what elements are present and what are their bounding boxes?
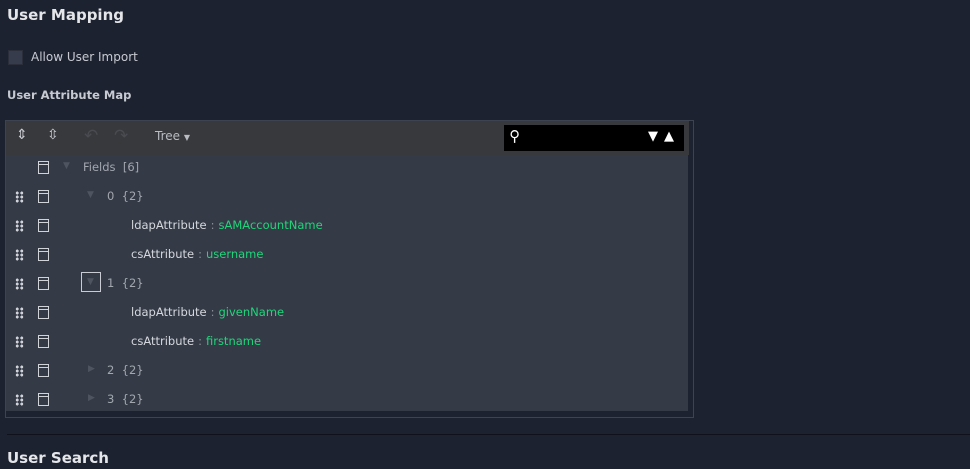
context-menu-icon[interactable] — [38, 248, 49, 261]
context-menu-icon[interactable] — [38, 364, 49, 377]
field-key: csAttribute: firstname — [131, 334, 262, 348]
redo-icon[interactable]: ↷ — [114, 126, 128, 146]
drag-handle-icon[interactable] — [15, 278, 24, 290]
tree-row[interactable]: ▶ 3 {2} — [6, 385, 688, 414]
node-key: 0 {2} — [107, 189, 144, 203]
drag-handle-icon[interactable] — [15, 191, 24, 203]
field-value[interactable]: username — [206, 247, 264, 261]
drag-handle-icon[interactable] — [15, 336, 24, 348]
search-next-icon[interactable]: ▼ — [648, 129, 658, 144]
collapsed-arrow-icon[interactable]: ▶ — [88, 364, 95, 374]
context-menu-icon[interactable] — [38, 190, 49, 203]
mode-label: Tree — [155, 129, 181, 143]
expand-all-icon[interactable]: ⇕ — [16, 127, 28, 143]
field-key: csAttribute: username — [131, 247, 264, 261]
tree-row[interactable]: csAttribute: username — [6, 240, 688, 269]
next-section-title: User Search — [7, 449, 109, 467]
tree-row[interactable]: ▼ 1 {2} — [6, 269, 688, 298]
drag-handle-icon[interactable] — [15, 307, 24, 319]
tree-row[interactable]: ldapAttribute: sAMAccountName — [6, 211, 688, 240]
field-key: ldapAttribute: sAMAccountName — [131, 218, 323, 232]
drag-handle-icon[interactable] — [15, 249, 24, 261]
field-value[interactable]: sAMAccountName — [219, 218, 323, 232]
context-menu-icon[interactable] — [38, 393, 49, 406]
context-menu-icon[interactable] — [38, 219, 49, 232]
attribute-map-label: User Attribute Map — [7, 88, 132, 102]
drag-handle-icon[interactable] — [15, 394, 24, 406]
search-icon: ⚲ — [509, 127, 520, 145]
search-previous-icon[interactable]: ▲ — [664, 129, 674, 144]
expand-arrow-icon[interactable]: ▼ — [87, 277, 94, 287]
node-key: 3 {2} — [107, 392, 144, 406]
field-value[interactable]: firstname — [206, 334, 261, 348]
undo-icon[interactable]: ↶ — [84, 126, 98, 146]
context-menu-icon[interactable] — [38, 277, 49, 290]
context-menu-icon[interactable] — [38, 335, 49, 348]
section-title: User Mapping — [7, 6, 124, 24]
field-value[interactable]: givenName — [219, 305, 285, 319]
section-divider — [7, 434, 970, 435]
caret-down-icon: ▼ — [183, 133, 190, 142]
tree-row[interactable]: ldapAttribute: givenName — [6, 298, 688, 327]
context-menu-icon[interactable] — [38, 161, 49, 174]
expand-arrow-icon[interactable]: ▼ — [87, 190, 94, 200]
context-menu-icon[interactable] — [38, 306, 49, 319]
mode-dropdown[interactable]: Tree ▼ — [155, 129, 190, 143]
node-key: 2 {2} — [107, 363, 144, 377]
field-key: ldapAttribute: givenName — [131, 305, 285, 319]
collapse-all-icon[interactable]: ⇳ — [47, 127, 59, 143]
tree-row[interactable]: csAttribute: firstname — [6, 327, 688, 356]
tree-row[interactable]: ▼ 0 {2} — [6, 182, 688, 211]
drag-handle-icon[interactable] — [15, 220, 24, 232]
tree-row[interactable]: ▶ 2 {2} — [6, 356, 688, 385]
search-input[interactable] — [530, 129, 644, 146]
node-key: Fields [6] — [83, 160, 140, 174]
allow-user-import-checkbox[interactable] — [8, 50, 23, 65]
drag-handle-icon[interactable] — [15, 365, 24, 377]
allow-user-import-label[interactable]: Allow User Import — [31, 50, 138, 64]
node-key: 1 {2} — [107, 276, 144, 290]
search-box[interactable]: ⚲ ▼ ▲ — [504, 125, 684, 151]
expand-arrow-icon[interactable]: ▼ — [63, 161, 70, 171]
tree-row-root[interactable]: ▼ Fields [6] — [6, 153, 688, 182]
collapsed-arrow-icon[interactable]: ▶ — [88, 393, 95, 403]
